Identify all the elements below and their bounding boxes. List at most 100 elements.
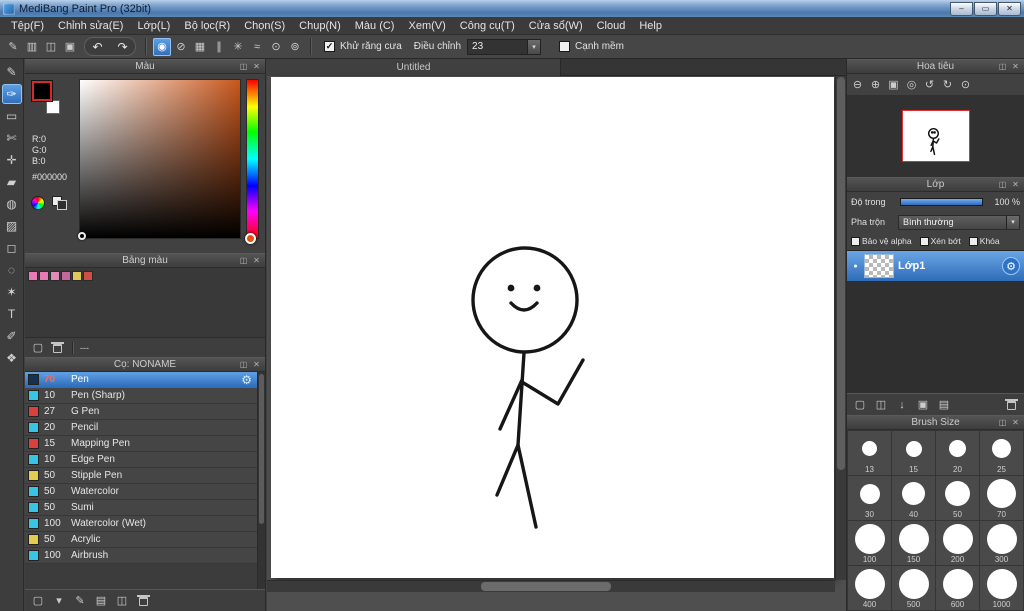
brush-item[interactable]: 10 Edge Pen [25, 452, 257, 468]
brush-size-option[interactable]: 1000 [980, 566, 1023, 610]
menu-item[interactable]: Tệp(F) [4, 19, 51, 33]
menu-item[interactable]: Cửa sổ(W) [522, 19, 590, 33]
saturation-value-picker[interactable] [78, 79, 241, 240]
bucket-tool[interactable]: ◍ [2, 194, 22, 214]
toolbar-copy-icon[interactable]: ◫ [42, 38, 60, 56]
brush-size-option[interactable]: 100 [848, 521, 891, 565]
brush-menu-icon[interactable]: ▾ [50, 592, 68, 610]
float-panel-icon[interactable] [237, 60, 250, 73]
color-wheel-icon[interactable] [31, 196, 45, 210]
close-panel-icon[interactable] [250, 60, 263, 73]
close-panel-icon[interactable] [1009, 416, 1022, 429]
fit-view-icon[interactable]: ▣ [885, 76, 902, 93]
brush-size-option[interactable]: 600 [936, 566, 979, 610]
palette-swatch[interactable] [28, 271, 38, 281]
select-tool[interactable]: ◻ [2, 238, 22, 258]
brush-item[interactable]: 100 Airbrush [25, 548, 257, 564]
brush-snap-icon[interactable]: ◉ [153, 37, 171, 56]
zoom-out-icon[interactable]: ⊖ [849, 76, 866, 93]
horizontal-scrollbar[interactable] [267, 580, 835, 592]
drawing-canvas[interactable] [271, 77, 834, 578]
actual-size-icon[interactable]: ◎ [903, 76, 920, 93]
undo-button[interactable]: ↶ [85, 38, 110, 55]
float-panel-icon[interactable] [996, 178, 1009, 191]
menu-item[interactable]: Màu (C) [348, 19, 402, 33]
vertical-scrollbar-thumb[interactable] [837, 77, 845, 471]
brush-settings-icon[interactable]: ⚙ [241, 373, 252, 387]
brush-size-option[interactable]: 50 [936, 476, 979, 520]
brush-size-option[interactable]: 13 [848, 431, 891, 475]
menu-item[interactable]: Công cụ(T) [453, 19, 522, 33]
brush-item[interactable]: 10 Pen (Sharp) [25, 388, 257, 404]
close-panel-icon[interactable] [1009, 60, 1022, 73]
pen-tool[interactable]: ✎ [2, 62, 22, 82]
rotate-right-icon[interactable]: ↻ [939, 76, 956, 93]
brush-size-option[interactable]: 400 [848, 566, 891, 610]
brush-size-option[interactable]: 150 [892, 521, 935, 565]
brush-tool[interactable]: ✑ [1, 84, 22, 104]
menu-item[interactable]: Chụp(N) [292, 19, 348, 33]
palette-swatch[interactable] [83, 271, 93, 281]
brush-size-option[interactable]: 20 [936, 431, 979, 475]
float-panel-icon[interactable] [996, 60, 1009, 73]
delete-layer-icon[interactable] [1002, 396, 1020, 414]
brush-size-option[interactable]: 200 [936, 521, 979, 565]
menu-item[interactable]: Lớp(L) [130, 19, 177, 33]
menu-item[interactable]: Chỉnh sửa(E) [51, 19, 130, 33]
horizontal-scrollbar-thumb[interactable] [481, 582, 611, 591]
hue-slider[interactable] [245, 79, 259, 244]
add-brush-icon[interactable]: ▢ [29, 592, 47, 610]
close-button[interactable]: ✕ [998, 1, 1021, 16]
rotate-left-icon[interactable]: ↺ [921, 76, 938, 93]
minimize-button[interactable]: – [950, 1, 973, 16]
hand-tool[interactable]: ❖ [2, 348, 22, 368]
brush-item[interactable]: 27 G Pen [25, 404, 257, 420]
float-panel-icon[interactable] [237, 254, 250, 267]
hue-slider-handle[interactable] [245, 233, 256, 244]
palette-swatch[interactable] [61, 271, 71, 281]
snap-cross-icon[interactable]: ✳ [229, 38, 247, 56]
add-color-icon[interactable]: ▢ [29, 339, 47, 357]
swap-colors-icon[interactable] [52, 196, 67, 210]
brush-size-option[interactable]: 25 [980, 431, 1023, 475]
close-panel-icon[interactable] [250, 358, 263, 371]
adjust-dropdown[interactable]: 23 [467, 38, 542, 55]
layer-settings-icon[interactable]: ⚙ [1002, 257, 1020, 275]
brush-folder-icon[interactable]: ▤ [92, 592, 110, 610]
layer-visibility-icon[interactable]: ● [851, 263, 860, 270]
gradient-tool[interactable]: ▨ [2, 216, 22, 236]
brush-size-option[interactable]: 300 [980, 521, 1023, 565]
vertical-scrollbar[interactable] [835, 76, 846, 580]
canvas-tab[interactable]: Untitled [267, 59, 561, 76]
brush-item[interactable]: 100 Watercolor (Wet) [25, 516, 257, 532]
palette-swatch[interactable] [39, 271, 49, 281]
delete-brush-icon[interactable] [134, 592, 152, 610]
layer-option-checkbox[interactable] [968, 236, 978, 246]
fill-tool[interactable]: ▰ [2, 172, 22, 192]
brush-size-option[interactable]: 30 [848, 476, 891, 520]
duplicate-layer-icon[interactable]: ◫ [872, 396, 890, 414]
layer-item[interactable]: ● Lớp1 ⚙ [847, 251, 1024, 281]
brush-item[interactable]: 50 Watercolor [25, 484, 257, 500]
magic-wand-tool[interactable]: ✶ [2, 282, 22, 302]
layer-option-checkbox[interactable] [851, 236, 860, 246]
delete-color-icon[interactable] [48, 339, 66, 357]
maximize-button[interactable]: ▭ [974, 1, 997, 16]
navigator-thumbnail[interactable] [901, 110, 970, 162]
menu-item[interactable]: Bộ lọc(R) [177, 19, 237, 33]
reset-view-icon[interactable]: ⊙ [957, 76, 974, 93]
menu-item[interactable]: Chọn(S) [237, 19, 292, 33]
float-panel-icon[interactable] [237, 358, 250, 371]
toolbar-comment-icon[interactable]: ▥ [23, 38, 41, 56]
move-tool[interactable]: ✛ [2, 150, 22, 170]
sv-picker-handle[interactable] [78, 232, 86, 240]
eyedropper-tool[interactable]: ✐ [2, 326, 22, 346]
brush-item[interactable]: 20 Pencil [25, 420, 257, 436]
snap-off-icon[interactable]: ⊘ [172, 38, 190, 56]
brush-item[interactable]: 50 Sumi [25, 500, 257, 516]
select-arrow-icon[interactable] [1006, 215, 1019, 229]
merge-layer-icon[interactable]: ↓ [893, 396, 911, 414]
brush-size-option[interactable]: 500 [892, 566, 935, 610]
lasso-tool[interactable]: ◌ [2, 260, 22, 280]
brush-scrollbar-thumb[interactable] [259, 374, 264, 524]
